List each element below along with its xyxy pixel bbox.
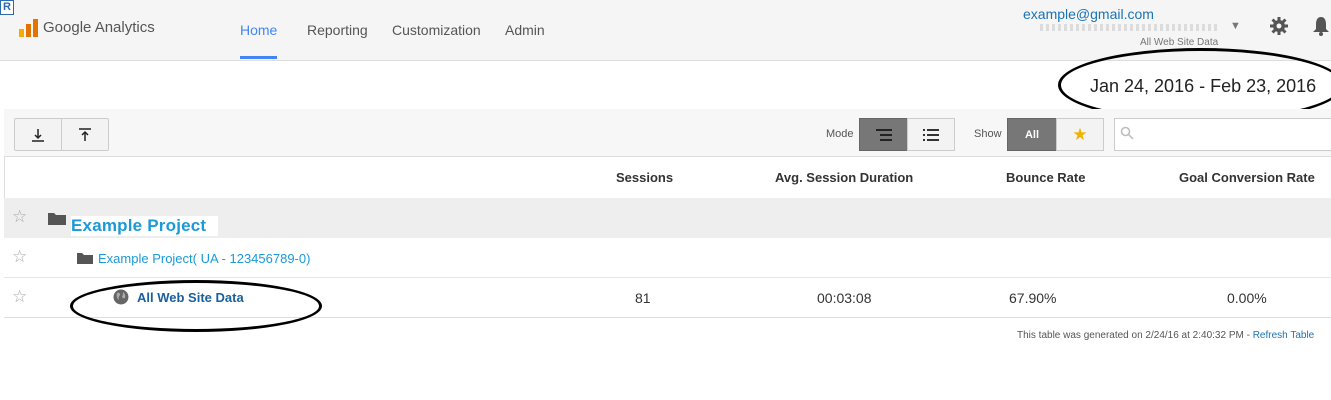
cell-sessions: 81: [635, 290, 651, 306]
show-label: Show: [974, 128, 1002, 140]
account-view-name: All Web Site Data: [1140, 37, 1219, 48]
app-name[interactable]: Google Analytics: [43, 19, 155, 36]
star-outline-icon[interactable]: ☆: [12, 207, 27, 227]
search-input[interactable]: [1114, 118, 1331, 151]
hierarchy-list-icon: [875, 128, 892, 141]
generated-timestamp: This table was generated on 2/24/16 at 2…: [1017, 330, 1253, 341]
google-analytics-logo-icon: [19, 19, 38, 37]
account-link[interactable]: Example Project: [71, 216, 219, 236]
nav-home[interactable]: Home: [240, 22, 277, 38]
mode-label: Mode: [826, 128, 854, 140]
download-button[interactable]: [14, 118, 62, 151]
column-header-avg-session-duration[interactable]: Avg. Session Duration: [775, 170, 913, 185]
download-icon: [32, 128, 44, 142]
refresh-table-link[interactable]: Refresh Table: [1253, 330, 1315, 341]
star-outline-icon[interactable]: ☆: [12, 287, 27, 307]
gear-icon[interactable]: [1269, 16, 1289, 36]
annotation-ellipse-view: [70, 280, 322, 332]
notifications-bell-icon[interactable]: [1312, 16, 1330, 36]
star-filled-icon: ★: [1072, 124, 1088, 144]
nav-customization[interactable]: Customization: [392, 22, 481, 38]
nav-admin[interactable]: Admin: [505, 22, 545, 38]
cell-avg-session-duration: 00:03:08: [817, 290, 872, 306]
nav-home-active-indicator: [240, 56, 277, 59]
r-badge: R: [0, 0, 14, 15]
folder-icon: [77, 253, 93, 264]
mode-list-button[interactable]: [907, 118, 955, 151]
account-email[interactable]: example@gmail.com: [1023, 6, 1154, 22]
show-all-button[interactable]: All: [1007, 118, 1057, 151]
upload-button[interactable]: [61, 118, 109, 151]
mode-hierarchy-button[interactable]: [859, 118, 908, 151]
flat-list-icon: [923, 128, 939, 141]
search-icon: [1120, 126, 1134, 140]
star-outline-icon[interactable]: ☆: [12, 247, 27, 267]
account-redacted-text: [1040, 24, 1220, 31]
cell-goal-conversion-rate: 0.00%: [1227, 290, 1267, 306]
column-header-goal-conversion-rate[interactable]: Goal Conversion Rate: [1179, 170, 1315, 185]
account-dropdown-caret-icon[interactable]: ▼: [1230, 20, 1241, 32]
folder-icon: [48, 213, 66, 225]
column-header-bounce-rate[interactable]: Bounce Rate: [1006, 170, 1085, 185]
upload-icon: [79, 127, 91, 141]
nav-reporting[interactable]: Reporting: [307, 22, 368, 38]
table-footer: This table was generated on 2/24/16 at 2…: [1017, 330, 1314, 341]
cell-bounce-rate: 67.90%: [1009, 290, 1057, 306]
property-link[interactable]: Example Project( UA - 123456789-0): [98, 251, 310, 266]
column-header-sessions[interactable]: Sessions: [616, 170, 673, 185]
show-starred-button[interactable]: ★: [1056, 118, 1104, 151]
